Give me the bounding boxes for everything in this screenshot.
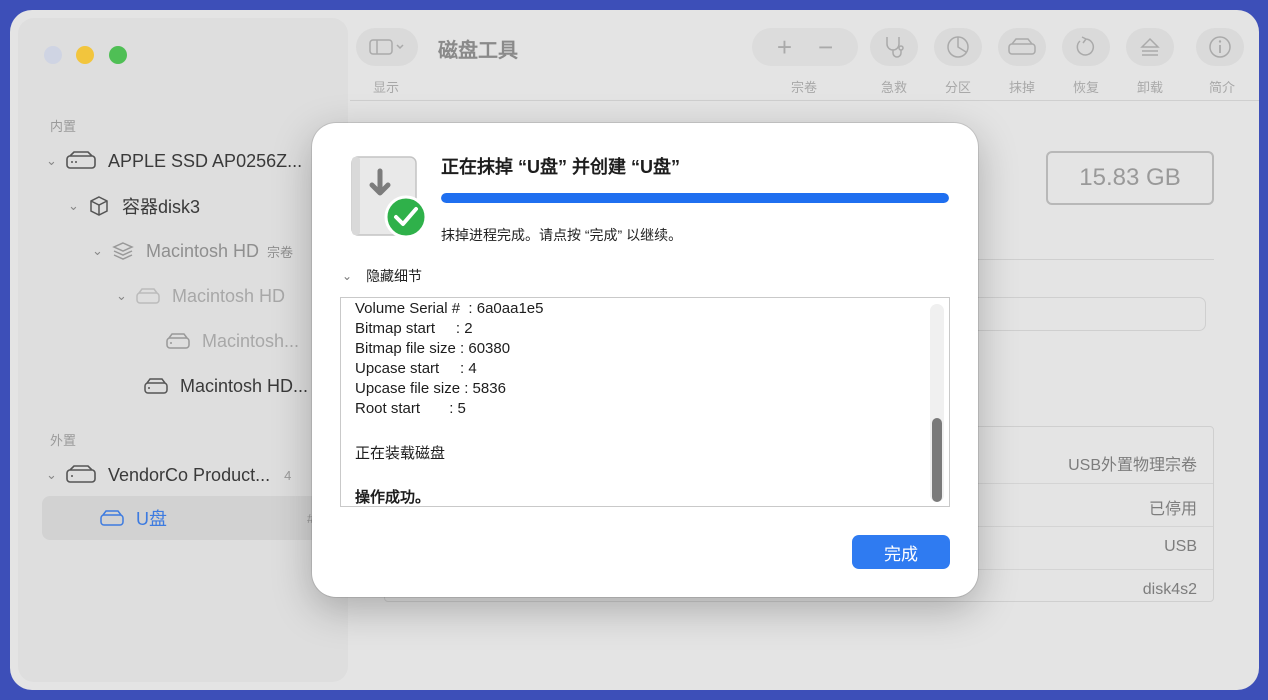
- unmount-label: 卸载: [1136, 80, 1163, 95]
- external-drive-success-icon: [350, 153, 430, 243]
- sidebar-item-vendorco[interactable]: ⌄ VendorCo Product... 4: [46, 455, 291, 495]
- sidebar-item-macintosh-hd-group[interactable]: ⌄ Macintosh HD 宗卷: [92, 231, 293, 271]
- info-button[interactable]: [1196, 28, 1244, 66]
- sidebar-item-macintosh-hd-data[interactable]: Macintosh HD...: [144, 366, 308, 406]
- disk-icon: [136, 287, 160, 305]
- info-value: disk4s2: [1142, 581, 1197, 598]
- log-line: Root start : 5: [355, 400, 466, 417]
- sidebar-item-label: 容器disk3: [122, 197, 201, 217]
- sidebar-item-label: APPLE SSD AP0256Z...: [108, 150, 303, 171]
- chevron-down-icon[interactable]: ⌄: [46, 467, 66, 483]
- restore-arrow-icon: [1076, 36, 1095, 56]
- hide-details-toggle[interactable]: ⌄ 隐藏细节: [342, 266, 422, 286]
- capacity-box: 15.83 GB: [1046, 151, 1214, 205]
- sidebar-item-label: Macintosh HD: [172, 285, 286, 306]
- volume-button-group[interactable]: + −: [752, 28, 858, 66]
- log-line: Upcase start : 4: [355, 360, 477, 377]
- log-output[interactable]: Volume Serial # : 6a0aa1e5 Bitmap start …: [340, 297, 950, 507]
- erase-label: 抹掉: [1008, 80, 1035, 95]
- sidebar-item-macintosh-hd[interactable]: ⌄ Macintosh HD: [116, 276, 285, 316]
- disk-icon: [166, 332, 190, 350]
- zoom-window-button[interactable]: [109, 46, 127, 64]
- chevron-down-icon[interactable]: ⌄: [46, 153, 66, 169]
- progress-fill: [441, 193, 949, 203]
- dialog-status: 抹掉进程完成。请点按 “完成” 以继续。: [441, 227, 683, 243]
- content-divider: [966, 259, 1214, 260]
- erase-disk-icon: [1008, 38, 1036, 55]
- volume-stack-icon: [112, 240, 134, 262]
- chevron-down-icon[interactable]: ⌄: [68, 198, 88, 214]
- log-scrollbar-thumb[interactable]: [932, 418, 942, 502]
- disk-icon: [144, 377, 168, 395]
- sidebar-item-label: Macintosh HD: [146, 240, 260, 261]
- sidebar-item-label: Macintosh HD...: [180, 375, 309, 396]
- sidebar-item-suffix: 4: [284, 467, 292, 483]
- view-label: 显示: [372, 80, 399, 95]
- log-line: 正在装载磁盘: [355, 445, 446, 462]
- disk-utility-window: 内置 ⌄ APPLE SSD AP0256Z... ⌄ 容器disk3 ⌄ Ma…: [10, 10, 1259, 690]
- restore-button[interactable]: [1062, 28, 1110, 66]
- external-drive-icon: [66, 465, 96, 485]
- container-icon: [88, 195, 110, 217]
- add-volume-icon[interactable]: +: [777, 32, 792, 63]
- section-external-header: 外置: [50, 433, 77, 448]
- info-value: USB: [1164, 538, 1197, 555]
- info-label: 简介: [1208, 80, 1235, 95]
- minimize-window-button[interactable]: [76, 46, 94, 64]
- restore-label: 恢复: [1072, 80, 1099, 95]
- unmount-button[interactable]: [1126, 28, 1174, 66]
- volume-label: 宗卷: [790, 80, 817, 95]
- log-line-success: 操作成功。: [355, 489, 431, 506]
- info-value: USB外置物理宗卷: [1068, 457, 1197, 474]
- first-aid-button[interactable]: [870, 28, 918, 66]
- erase-button[interactable]: [998, 28, 1046, 66]
- sidebar-item-label: U盘: [136, 509, 167, 529]
- pie-chart-icon: [947, 36, 969, 58]
- view-toggle-button[interactable]: [356, 28, 418, 66]
- sidebar-item-suffix: 宗卷: [267, 244, 294, 260]
- log-line: Bitmap start : 2: [355, 320, 473, 337]
- sidebar-item-container[interactable]: ⌄ 容器disk3: [68, 186, 200, 226]
- partition-label: 分区: [944, 80, 971, 95]
- stethoscope-icon: [886, 37, 904, 58]
- sidebar-item-label: Macintosh...: [202, 330, 300, 351]
- usb-drive-icon: [100, 509, 124, 527]
- sidebar: 内置 ⌄ APPLE SSD AP0256Z... ⌄ 容器disk3 ⌄ Ma…: [18, 18, 348, 682]
- partition-button[interactable]: [934, 28, 982, 66]
- sidebar-item-macintosh-snapshot[interactable]: Macintosh...: [166, 321, 299, 361]
- sidebar-toggle-icon: [369, 39, 404, 55]
- toolbar-divider: [350, 100, 1259, 101]
- log-line: Upcase file size : 5836: [355, 380, 506, 397]
- chevron-down-icon[interactable]: ⌄: [92, 243, 112, 259]
- close-window-button[interactable]: [44, 46, 62, 64]
- window-title: 磁盘工具: [438, 40, 518, 62]
- eject-icon: [1140, 37, 1160, 56]
- info-value: 已停用: [1148, 501, 1197, 518]
- progress-bar: [441, 193, 949, 203]
- details-toggle-label: 隐藏细节: [366, 268, 423, 284]
- erase-progress-dialog: 正在抹掉 “U盘” 并创建 “U盘” 抹掉进程完成。请点按 “完成” 以继续。 …: [312, 123, 978, 597]
- chevron-down-icon: ⌄: [342, 269, 353, 283]
- chevron-down-icon[interactable]: ⌄: [116, 288, 136, 304]
- log-line: Bitmap file size : 60380: [355, 340, 511, 357]
- done-button[interactable]: 完成: [852, 535, 950, 569]
- section-internal-header: 内置: [50, 119, 77, 134]
- internal-drive-icon: [66, 151, 96, 171]
- log-line: Volume Serial # : 6a0aa1e5: [355, 300, 544, 317]
- sidebar-item-usb-disk[interactable]: U盘 #: [100, 498, 314, 538]
- first-aid-label: 急救: [880, 80, 907, 95]
- dialog-title: 正在抹掉 “U盘” 并创建 “U盘”: [441, 157, 681, 177]
- sidebar-item-apple-ssd[interactable]: ⌄ APPLE SSD AP0256Z...: [46, 141, 302, 181]
- sidebar-item-label: VendorCo Product...: [108, 464, 271, 485]
- info-icon: [1209, 36, 1231, 58]
- remove-volume-icon[interactable]: −: [818, 32, 833, 63]
